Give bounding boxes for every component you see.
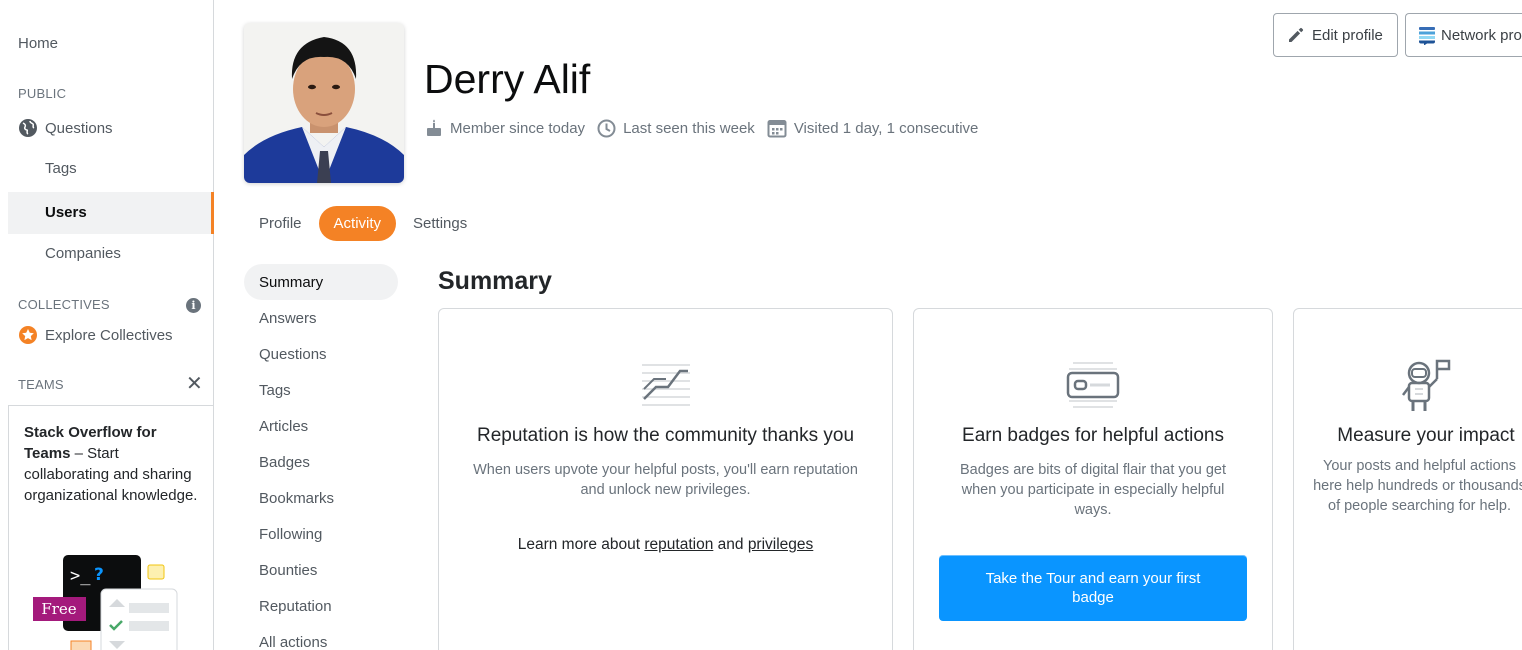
nav-explore-collectives[interactable]: Explore Collectives [18,325,173,345]
nav-home[interactable]: Home [18,35,58,52]
collectives-star-icon [19,326,37,344]
impact-body: Your posts and helpful actions here help… [1313,458,1522,514]
subnav-reputation[interactable]: Reputation [244,588,398,624]
subnav-bookmarks[interactable]: Bookmarks [244,480,398,516]
network-profile-label: Network pro [1441,26,1522,44]
edit-profile-button[interactable]: Edit profile [1273,13,1398,57]
stack-exchange-icon [1419,27,1435,45]
profile-tabs: Profile Activity Settings [244,206,484,241]
reputation-card: Reputation is how the community thanks y… [438,308,893,650]
pencil-icon [1289,27,1304,42]
globe-icon [19,119,37,137]
profile-meta: Member since today Last seen this week V… [425,118,990,138]
cake-icon [427,119,441,136]
visited: Visited 1 day, 1 consecutive [767,118,979,138]
nav-companies[interactable]: Companies [45,245,121,262]
free-badge: Free [41,600,76,618]
subnav-questions[interactable]: Questions [244,336,398,372]
member-since-text: Member since today [450,119,586,137]
clock-icon [597,119,616,137]
teams-promo-text: Stack Overflow for Teams – Start collabo… [24,422,204,506]
learn-and: and [713,536,748,553]
astronaut-icon [1294,359,1522,415]
summary-title: Summary [438,267,552,295]
reputation-link[interactable]: reputation [644,536,713,553]
tab-profile[interactable]: Profile [244,206,317,241]
left-sidebar: Home PUBLIC Questions Tags Users Compani… [0,0,214,650]
nav-users[interactable]: Users [8,192,214,234]
profile-photo [244,23,404,183]
last-seen: Last seen this week [597,119,755,138]
reputation-learn-more: Learn more about reputation and privileg… [439,536,892,554]
subnav-following[interactable]: Following [244,516,398,552]
nav-heading-teams: TEAMS [18,377,64,392]
svg-text:>_: >_ [70,566,91,586]
network-profile-button[interactable]: Network pro [1405,13,1522,57]
badges-card: Earn badges for helpful actions Badges a… [913,308,1273,650]
subnav-answers[interactable]: Answers [244,300,398,336]
reputation-heading: Reputation is how the community thanks y… [476,425,855,446]
profile-avatar [244,23,404,183]
last-seen-text: Last seen this week [623,119,755,137]
subnav-articles[interactable]: Articles [244,408,398,444]
teams-promo: Stack Overflow for Teams – Start collabo… [8,405,214,650]
impact-card: Measure your impact Your posts and helpf… [1293,308,1522,650]
badges-body: Badges are bits of digital flair that yo… [960,462,1226,518]
take-tour-button[interactable]: Take the Tour and earn your first badge [939,555,1247,621]
subnav-summary[interactable]: Summary [244,264,398,300]
svg-text:?: ? [94,565,104,585]
nav-users-label: Users [45,204,87,221]
badge-icon [914,359,1272,411]
visited-text: Visited 1 day, 1 consecutive [793,119,979,137]
calendar-icon [767,120,787,138]
teams-illustration: >_ ? Free [33,555,178,650]
edit-profile-label: Edit profile [1312,26,1383,44]
subnav-badges[interactable]: Badges [244,444,398,480]
nav-heading-collectives: COLLECTIVES [18,297,110,312]
profile-name: Derry Alif [424,56,591,102]
subnav-bounties[interactable]: Bounties [244,552,398,588]
activity-subnav: Summary Answers Questions Tags Articles … [244,264,398,650]
nav-questions-label: Questions [45,119,113,137]
privileges-link[interactable]: privileges [748,536,813,553]
impact-heading: Measure your impact [1337,425,1515,446]
reputation-body: When users upvote your helpful posts, yo… [473,462,858,498]
nav-questions[interactable]: Questions [18,118,113,138]
tab-settings[interactable]: Settings [398,206,482,241]
info-icon[interactable]: i [186,298,201,313]
learn-prefix: Learn more about [517,536,645,553]
reputation-graph-icon [439,359,892,407]
nav-tags[interactable]: Tags [45,160,77,177]
subnav-tags[interactable]: Tags [244,372,398,408]
nav-explore-collectives-label: Explore Collectives [45,326,173,344]
nav-heading-public: PUBLIC [18,86,67,101]
member-since: Member since today [425,119,585,137]
close-icon[interactable]: ✕ [186,374,203,394]
subnav-all-actions[interactable]: All actions [244,624,398,650]
badges-heading: Earn badges for helpful actions [962,425,1224,446]
tab-activity[interactable]: Activity [318,206,397,241]
